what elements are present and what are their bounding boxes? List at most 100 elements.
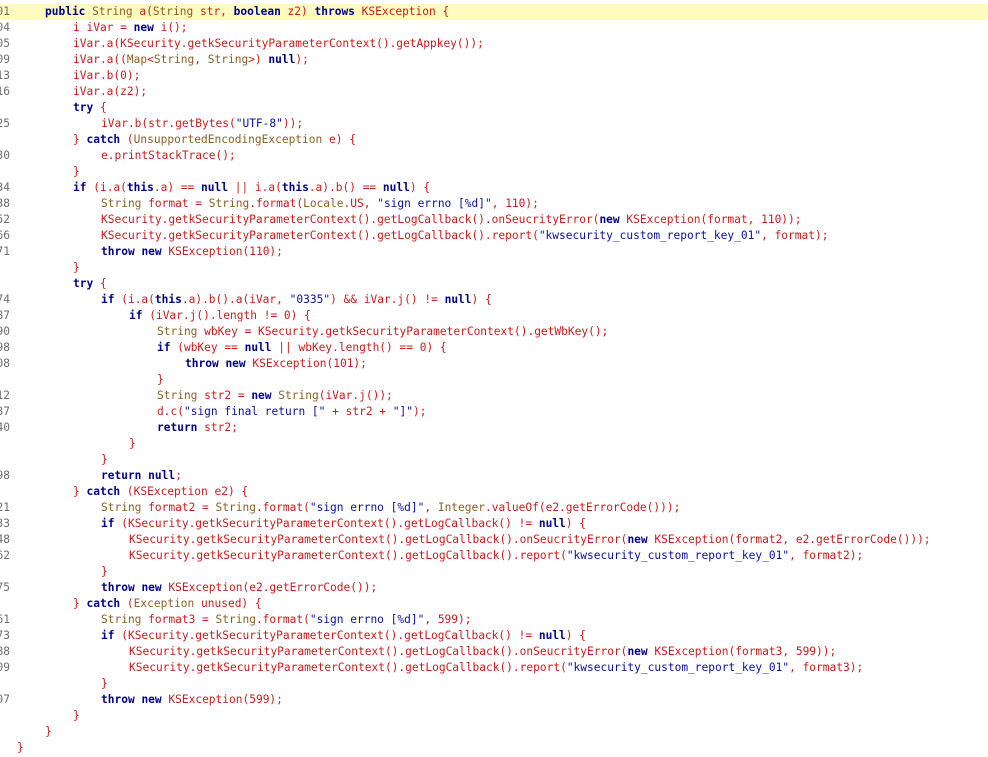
code-text[interactable]: } (73, 164, 80, 180)
code-editor[interactable]: 01public String a(String str, boolean z2… (0, 0, 988, 757)
code-line[interactable]: 66 KSecurity.getkSecurityParameterContext… (0, 228, 988, 244)
code-text[interactable]: if (i.a(this.a).b().a(iVar, "0335") && i… (101, 292, 492, 308)
code-line[interactable]: 73 if (KSecurity.getkSecurityParameterCon… (0, 628, 988, 644)
code-text[interactable]: throw new KSException(e2.getErrorCode())… (101, 580, 377, 596)
code-text[interactable]: e.printStackTrace(); (101, 148, 236, 164)
code-text[interactable]: } (101, 564, 108, 580)
code-line[interactable]: } catch (Exception unused) { (0, 596, 988, 612)
code-line[interactable]: 48 KSecurity.getkSecurityParameterContext… (0, 532, 988, 548)
code-text[interactable]: throw new KSException(101); (185, 356, 367, 372)
code-text[interactable]: KSecurity.getkSecurityParameterContext()… (129, 548, 863, 564)
code-text[interactable]: iVar.b(str.getBytes("UTF-8")); (101, 116, 303, 132)
code-text[interactable]: } catch (Exception unused) { (73, 596, 262, 612)
code-line[interactable]: try { (0, 276, 988, 292)
code-text[interactable]: String format2 = String.format("sign err… (101, 500, 680, 516)
code-line[interactable]: } (0, 436, 988, 452)
code-line[interactable]: 33 if (KSecurity.getkSecurityParameterCon… (0, 516, 988, 532)
code-text[interactable]: } (17, 740, 24, 756)
code-text[interactable]: KSecurity.getkSecurityParameterContext()… (129, 532, 931, 548)
code-text[interactable]: KSecurity.getkSecurityParameterContext()… (101, 228, 828, 244)
code-line[interactable]: 30 e.printStackTrace(); (0, 148, 988, 164)
code-text[interactable]: iVar.a(z2); (73, 84, 147, 100)
code-line[interactable]: 08 throw new KSException(101); (0, 356, 988, 372)
code-line[interactable]: 71 throw new KSException(110); (0, 244, 988, 260)
code-text[interactable]: } (45, 724, 52, 740)
code-text[interactable]: String wbKey = KSecurity.getkSecurityPar… (157, 324, 608, 340)
code-text[interactable]: } (101, 452, 108, 468)
code-line[interactable]: 16 iVar.a(z2); (0, 84, 988, 100)
code-token: ( (120, 133, 134, 146)
code-line[interactable]: 88 KSecurity.getkSecurityParameterContext… (0, 644, 988, 660)
code-text[interactable]: KSecurity.getkSecurityParameterContext()… (101, 212, 802, 228)
code-line[interactable]: 61String format3 = String.format("sign e… (0, 612, 988, 628)
code-line[interactable]: } (0, 372, 988, 388)
code-line[interactable]: 75 throw new KSException(e2.getErrorCode(… (0, 580, 988, 596)
code-text[interactable]: if (iVar.j().length != 0) { (129, 308, 311, 324)
code-text[interactable]: } (157, 372, 164, 388)
code-line[interactable]: 07 throw new KSException(599); (0, 692, 988, 708)
code-line[interactable]: } (0, 724, 988, 740)
code-line[interactable]: 25 iVar.b(str.getBytes("UTF-8")); (0, 116, 988, 132)
code-line[interactable]: 37 d.c("sign final return [" + str2 + "]"… (0, 404, 988, 420)
code-text[interactable]: iVar.a((Map<String, String>) null); (73, 52, 309, 68)
code-line[interactable]: } (0, 564, 988, 580)
code-text[interactable]: } catch (UnsupportedEncodingException e)… (73, 132, 356, 148)
code-text[interactable]: if (KSecurity.getkSecurityParameterConte… (101, 628, 586, 644)
code-line[interactable]: 62 KSecurity.getkSecurityParameterContext… (0, 548, 988, 564)
code-text[interactable]: String format3 = String.format("sign err… (101, 612, 472, 628)
code-line[interactable]: } catch (KSException e2) { (0, 484, 988, 500)
code-line[interactable]: 98 return null; (0, 468, 988, 484)
code-line[interactable]: try { (0, 100, 988, 116)
code-text[interactable]: if (KSecurity.getkSecurityParameterConte… (101, 516, 586, 532)
code-text[interactable]: return str2; (157, 420, 238, 436)
code-text[interactable]: public String a(String str, boolean z2) … (45, 4, 449, 20)
code-text[interactable]: } (73, 260, 80, 276)
code-text[interactable]: String str2 = new String(iVar.j()); (157, 388, 393, 404)
code-line[interactable]: 04 i iVar = new i(); (0, 20, 988, 36)
code-text[interactable]: throw new KSException(599); (101, 692, 283, 708)
code-text[interactable]: KSecurity.getkSecurityParameterContext()… (129, 644, 836, 660)
code-text[interactable]: } (73, 708, 80, 724)
code-text[interactable]: String format = String.format(Locale.US,… (101, 196, 539, 212)
code-line[interactable]: 40 return str2; (0, 420, 988, 436)
code-line[interactable]: 74 if (i.a(this.a).b().a(iVar, "0335") &&… (0, 292, 988, 308)
code-line[interactable]: } (0, 260, 988, 276)
code-text[interactable]: throw new KSException(110); (101, 244, 283, 260)
code-text[interactable]: iVar.b(0); (73, 68, 140, 84)
code-text[interactable]: KSecurity.getkSecurityParameterContext()… (129, 660, 863, 676)
code-line[interactable]: 09iVar.a((Map<String, String>) null); (0, 52, 988, 68)
code-line[interactable]: } (0, 676, 988, 692)
code-line[interactable]: 52 KSecurity.getkSecurityParameterContext… (0, 212, 988, 228)
code-line[interactable]: } catch (UnsupportedEncodingException e)… (0, 132, 988, 148)
code-text[interactable]: } catch (KSException e2) { (73, 484, 248, 500)
code-text[interactable]: i iVar = new i(); (73, 20, 188, 36)
code-line[interactable]: 05 iVar.a(KSecurity.getkSecurityParameter… (0, 36, 988, 52)
code-line[interactable]: 12 String str2 = new String(iVar.j()); (0, 388, 988, 404)
code-text[interactable]: d.c("sign final return [" + str2 + "]"); (157, 404, 426, 420)
line-number: 12 (0, 388, 10, 404)
code-line[interactable]: 21String format2 = String.format("sign e… (0, 500, 988, 516)
code-token: new (141, 245, 162, 258)
code-line[interactable]: 13 iVar.b(0); (0, 68, 988, 84)
code-text[interactable]: iVar.a(KSecurity.getkSecurityParameterCo… (73, 36, 484, 52)
code-line[interactable]: } (0, 708, 988, 724)
code-line[interactable]: } (0, 452, 988, 468)
code-line[interactable]: 90 String wbKey = KSecurity.getkSecurityP… (0, 324, 988, 340)
code-line[interactable]: } (0, 164, 988, 180)
code-token: throw (101, 245, 135, 258)
code-line[interactable]: 38String format = String.format(Locale.U… (0, 196, 988, 212)
code-text[interactable]: return null; (101, 468, 182, 484)
code-text[interactable]: if (wbKey == null || wbKey.length() == 0… (157, 340, 447, 356)
code-text[interactable]: } (101, 676, 108, 692)
line-number-text: 71 (0, 245, 10, 258)
code-line[interactable]: 98 if (wbKey == null || wbKey.length() ==… (0, 340, 988, 356)
code-line[interactable]: 87 if (iVar.j().length != 0) { (0, 308, 988, 324)
code-line[interactable]: 09 KSecurity.getkSecurityParameterContext… (0, 660, 988, 676)
code-line[interactable]: } (0, 740, 988, 756)
code-line[interactable]: 34if (i.a(this.a) == null || i.a(this.a)… (0, 180, 988, 196)
code-text[interactable]: if (i.a(this.a) == null || i.a(this.a).b… (73, 180, 430, 196)
code-text[interactable]: } (129, 436, 136, 452)
code-text[interactable]: try { (73, 276, 107, 292)
code-text[interactable]: try { (73, 100, 107, 116)
code-line[interactable]: 01 public String a(String str, boolean z2… (0, 4, 988, 20)
